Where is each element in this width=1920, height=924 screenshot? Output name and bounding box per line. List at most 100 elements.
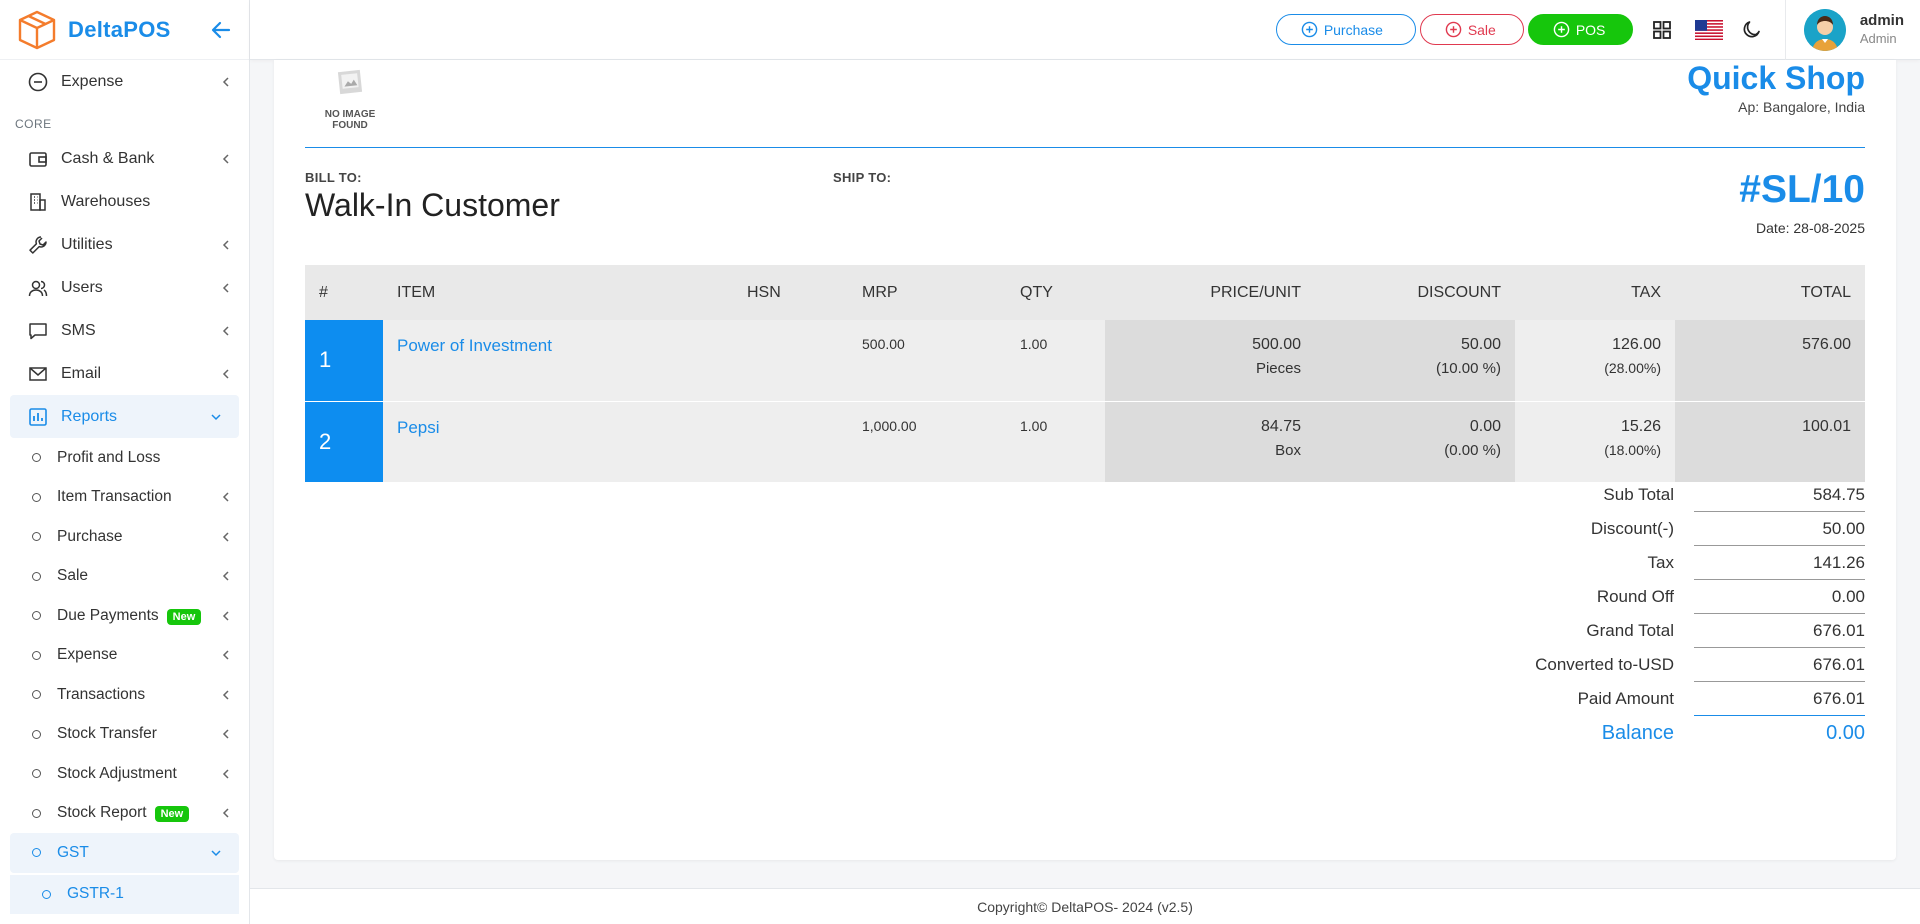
item-price: 500.00 <box>1252 336 1301 353</box>
new-badge: New <box>166 608 202 625</box>
footer: Copyright© DeltaPOS- 2024 (v2.5) <box>250 888 1920 924</box>
sidebar-subitem-purchase[interactable]: Purchase <box>0 517 249 557</box>
sidebar-item-label: Users <box>61 278 103 296</box>
sidebar-item-label: Warehouses <box>61 192 151 210</box>
item-qty: 1.00 <box>1006 401 1105 483</box>
sidebar-item-expense-top[interactable]: Expense <box>0 60 249 103</box>
sidebar-subitem-profit-and-loss[interactable]: Profit and Loss <box>0 438 249 478</box>
plus-circle-icon <box>1445 21 1462 38</box>
circle-bullet-icon <box>32 729 41 739</box>
sidebar-subitem-label: GST <box>57 843 89 861</box>
col-header: HSN <box>733 265 848 320</box>
building-icon <box>27 191 49 213</box>
sidebar-item-label: Cash & Bank <box>61 149 155 167</box>
sidebar-subitem-label: Expense <box>57 646 118 664</box>
chevron-down-icon <box>211 850 221 856</box>
circle-bullet-icon <box>32 453 41 463</box>
sidebar-subitem-item-transaction[interactable]: Item Transaction <box>0 478 249 518</box>
user-menu[interactable]: admin Admin <box>1803 8 1904 51</box>
row-number: 1 <box>305 320 383 402</box>
sidebar-subitem-label: Transactions <box>57 685 146 703</box>
top-header: Purchase Sale POS admin Admin <box>250 0 1920 60</box>
header-divider <box>1784 0 1786 60</box>
sidebar-item-label: SMS <box>61 321 96 339</box>
wallet-icon <box>27 148 49 170</box>
item-name[interactable]: Pepsi <box>383 401 733 483</box>
sidebar-subitem-gstr-1[interactable]: GSTR-1 <box>10 874 239 914</box>
chevron-left-icon <box>222 729 229 739</box>
brand-name: DeltaPOS <box>68 16 171 42</box>
bill-to-label: BILL TO: <box>305 170 362 185</box>
shop-name: Quick Shop <box>1687 60 1865 96</box>
balance-value: 0.00 <box>1826 722 1865 744</box>
sidebar-item-users[interactable]: Users <box>0 266 249 309</box>
item-discount-cell: 50.00 (10.00 %) <box>1315 320 1515 402</box>
item-unit: Box <box>1275 441 1301 459</box>
sidebar-item-reports[interactable]: Reports <box>10 395 239 438</box>
sidebar-item-label: Reports <box>61 407 118 425</box>
item-tax: 15.26 <box>1620 417 1661 435</box>
total-label: Round Off <box>1596 587 1674 606</box>
sidebar-subitem-label: GSTR-1 <box>67 885 124 903</box>
total-label: Paid Amount <box>1577 689 1674 708</box>
sidebar-item-warehouses[interactable]: Warehouses <box>0 180 249 223</box>
sale-button[interactable]: Sale <box>1419 14 1524 45</box>
user-name: admin <box>1859 12 1904 30</box>
pos-button[interactable]: POS <box>1527 14 1633 45</box>
sidebar-subitem-transactions[interactable]: Transactions <box>0 675 249 715</box>
moon-icon[interactable] <box>1741 19 1763 41</box>
bar-chart-icon <box>27 406 49 428</box>
sidebar-subitem-due-payments[interactable]: Due Payments New <box>0 596 249 636</box>
table-row: 1 Power of Investment 500.00 1.00 500.00… <box>305 320 1865 402</box>
sidebar-item-email[interactable]: Email <box>0 352 249 395</box>
sidebar-subitem-gst[interactable]: GST <box>10 833 239 873</box>
apps-grid-icon[interactable] <box>1651 19 1673 41</box>
user-role: Admin <box>1859 30 1897 46</box>
balance-label: Balance <box>1601 721 1674 744</box>
user-info: admin Admin <box>1860 11 1904 47</box>
item-discount-cell: 0.00 (0.00 %) <box>1315 401 1515 483</box>
no-image-placeholder: NO IMAGE FOUND <box>320 68 380 131</box>
sidebar-subitem-stock-transfer[interactable]: Stock Transfer <box>0 715 249 755</box>
sidebar-item-label: Expense <box>61 72 124 90</box>
col-header: TOTAL <box>1675 265 1865 320</box>
col-header: QTY <box>1006 265 1105 320</box>
total-row-paid: Paid Amount 676.01 <box>1394 682 1865 716</box>
box-logo-icon <box>18 10 56 49</box>
sidebar-subitem-label-wrap: Due Payments New <box>57 607 219 625</box>
item-total: 100.01 <box>1675 401 1865 483</box>
new-badge: New <box>154 806 190 823</box>
sidebar-item-cash-bank[interactable]: Cash & Bank <box>0 137 249 180</box>
item-tax-cell: 126.00 (28.00%) <box>1515 320 1675 402</box>
sidebar-subitem-expense[interactable]: Expense <box>0 636 249 676</box>
total-label: Tax <box>1647 553 1674 572</box>
item-name[interactable]: Power of Investment <box>383 320 733 402</box>
item-price: 84.75 <box>1260 417 1301 435</box>
sidebar-subitem-label: Stock Report <box>57 804 147 822</box>
sidebar-subitem-sale[interactable]: Sale <box>0 557 249 597</box>
sidebar-subitem-stock-adjustment[interactable]: Stock Adjustment <box>0 754 249 794</box>
chevron-left-icon <box>222 325 229 336</box>
item-tax: 126.00 <box>1612 336 1661 353</box>
total-value: 50.00 <box>1694 512 1865 546</box>
total-row-balance: Balance 0.00 <box>1394 716 1865 750</box>
circle-bullet-icon <box>32 611 41 621</box>
purchase-button[interactable]: Purchase <box>1275 14 1416 45</box>
us-flag-icon[interactable] <box>1694 19 1723 40</box>
circle-bullet-icon <box>32 848 41 858</box>
users-icon <box>27 277 49 299</box>
pos-button-label: POS <box>1575 21 1606 38</box>
sidebar-subitem-stock-report[interactable]: Stock Report New <box>0 794 249 834</box>
arrow-left-icon[interactable] <box>209 18 233 42</box>
item-hsn <box>733 401 848 483</box>
invoice-number-block: #SL/10 Date: 28-08-2025 <box>1739 168 1865 236</box>
circle-bullet-icon <box>42 889 51 899</box>
total-label: Discount(-) <box>1590 519 1674 538</box>
minus-circle-icon <box>27 71 49 93</box>
sidebar-item-utilities[interactable]: Utilities <box>0 223 249 266</box>
item-unit: Pieces <box>1255 360 1301 377</box>
item-discount-pct: (10.00 %) <box>1435 360 1501 377</box>
header-divider-line <box>305 147 1865 148</box>
item-price-cell: 84.75 Box <box>1105 401 1315 483</box>
sidebar-item-sms[interactable]: SMS <box>0 309 249 352</box>
